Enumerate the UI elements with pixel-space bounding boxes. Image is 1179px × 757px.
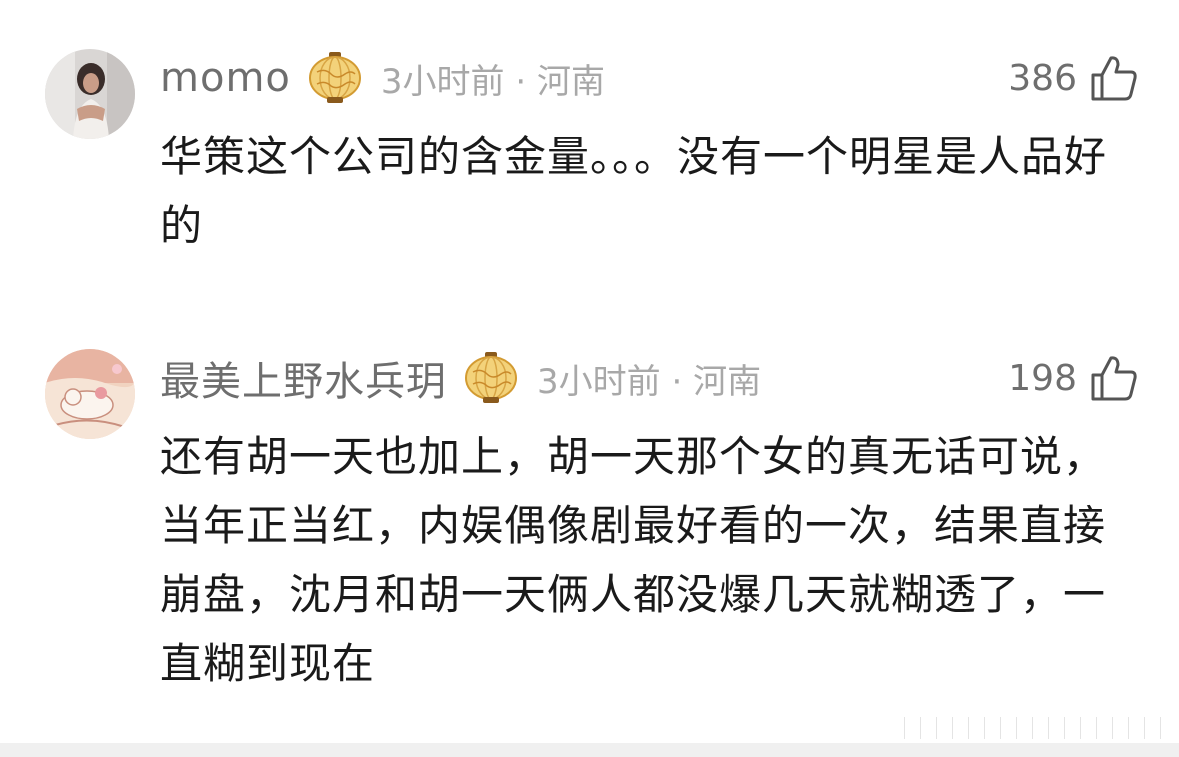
comment-timestamp: 3小时前 · 河南 xyxy=(381,54,605,103)
lantern-badge-icon xyxy=(465,352,517,403)
username[interactable]: 最美上野水兵玥 xyxy=(160,349,447,407)
bottom-divider xyxy=(0,743,1179,757)
meta-separator: · xyxy=(671,361,683,402)
comment-meta: 最美上野水兵玥 3小时前 · 河南 198 xyxy=(160,348,1139,408)
comment-text: 华策这个公司的含金量。。。没有一个明星是人品好的 xyxy=(160,132,1108,250)
comment-meta: momo 3小时前 · 河南 386 xyxy=(160,48,1139,108)
location-text: 河南 xyxy=(693,361,762,402)
lantern-badge-icon xyxy=(308,52,361,103)
comment-timestamp: 3小时前 · 河南 xyxy=(537,354,761,403)
like-count: 198 xyxy=(1008,357,1077,399)
watermark-lines xyxy=(897,717,1169,739)
location-text: 河南 xyxy=(536,61,605,102)
avatar[interactable] xyxy=(45,349,135,439)
like-count: 386 xyxy=(1008,57,1077,99)
avatar[interactable] xyxy=(45,49,135,139)
thumbs-up-icon[interactable] xyxy=(1089,53,1139,103)
meta-separator: · xyxy=(515,61,527,102)
username[interactable]: momo xyxy=(160,55,291,101)
avatar-illustration xyxy=(45,349,135,439)
time-text: 3小时前 xyxy=(537,361,661,402)
comment-text: 还有胡一天也加上，胡一天那个女的真无话可说，当年正当红，内娱偶像剧最好看的一次，… xyxy=(160,432,1107,688)
time-text: 3小时前 xyxy=(380,61,505,102)
thumbs-up-icon[interactable] xyxy=(1089,353,1139,403)
avatar-photo xyxy=(45,49,135,139)
